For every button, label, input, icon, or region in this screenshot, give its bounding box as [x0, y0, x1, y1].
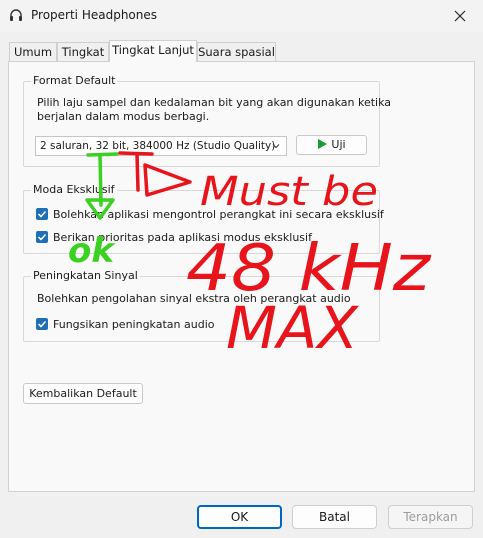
audio-enhancement-label: Fungsikan peningkatan audio: [53, 318, 215, 331]
apply-label: Terapkan: [403, 510, 458, 524]
tab-umum[interactable]: Umum: [9, 42, 57, 61]
tab-tingkat[interactable]: Tingkat: [57, 42, 109, 61]
format-select-value: 2 saluran, 32 bit, 384000 Hz (Studio Qua…: [40, 140, 276, 152]
restore-default-label: Kembalikan Default: [29, 387, 137, 400]
tab-label: Suara spasial: [198, 45, 275, 59]
play-icon: [318, 139, 328, 149]
headphones-icon: [10, 9, 22, 21]
group-title: Format Default: [31, 74, 118, 87]
group-title: Peningkatan Sinyal: [31, 269, 140, 282]
chevron-down-icon: [272, 144, 280, 149]
audio-enhancement-checkbox[interactable]: Fungsikan peningkatan audio: [36, 318, 214, 332]
cancel-button[interactable]: Batal: [292, 505, 377, 529]
exclusive-control-label: Bolehkan aplikasi mengontrol perangkat i…: [53, 208, 384, 221]
signal-enhancement-group: Peningkatan Sinyal: [23, 269, 380, 342]
tab-label: Umum: [13, 45, 53, 59]
tab-suara-spasial[interactable]: Suara spasial: [197, 42, 276, 61]
close-button[interactable]: [437, 0, 483, 32]
window-title: Properti Headphones: [31, 8, 158, 22]
test-button-label: Uji: [331, 138, 346, 151]
signal-description: Bolehkan pengolahan sinyal ekstra oleh p…: [37, 292, 351, 305]
checkbox-checked-icon: [36, 208, 48, 220]
test-button[interactable]: Uji: [296, 135, 367, 155]
close-icon: [454, 10, 466, 22]
exclusive-priority-checkbox[interactable]: Berikan prioritas pada aplikasi modus ek…: [36, 231, 312, 245]
ok-button[interactable]: OK: [197, 505, 282, 529]
restore-default-button[interactable]: Kembalikan Default: [23, 383, 143, 404]
format-description-line1: Pilih laju sampel dan kedalaman bit yang…: [37, 96, 392, 109]
cancel-label: Batal: [319, 510, 350, 524]
checkbox-checked-icon: [36, 231, 48, 243]
title-bar: Properti Headphones: [0, 0, 483, 32]
group-title: Moda Eksklusif: [31, 183, 117, 196]
tab-label: Tingkat: [61, 45, 105, 59]
format-select[interactable]: 2 saluran, 32 bit, 384000 Hz (Studio Qua…: [35, 136, 287, 156]
apply-button[interactable]: Terapkan: [388, 505, 473, 529]
ok-label: OK: [230, 510, 249, 524]
tab-tingkat-lanjut[interactable]: Tingkat Lanjut: [109, 40, 197, 62]
exclusive-priority-label: Berikan prioritas pada aplikasi modus ek…: [53, 231, 312, 244]
checkbox-checked-icon: [36, 318, 48, 330]
exclusive-control-checkbox[interactable]: Bolehkan aplikasi mengontrol perangkat i…: [36, 208, 384, 222]
tab-label: Tingkat Lanjut: [112, 43, 194, 57]
format-description-line2: berjalan dalam modus berbagi.: [37, 110, 210, 123]
